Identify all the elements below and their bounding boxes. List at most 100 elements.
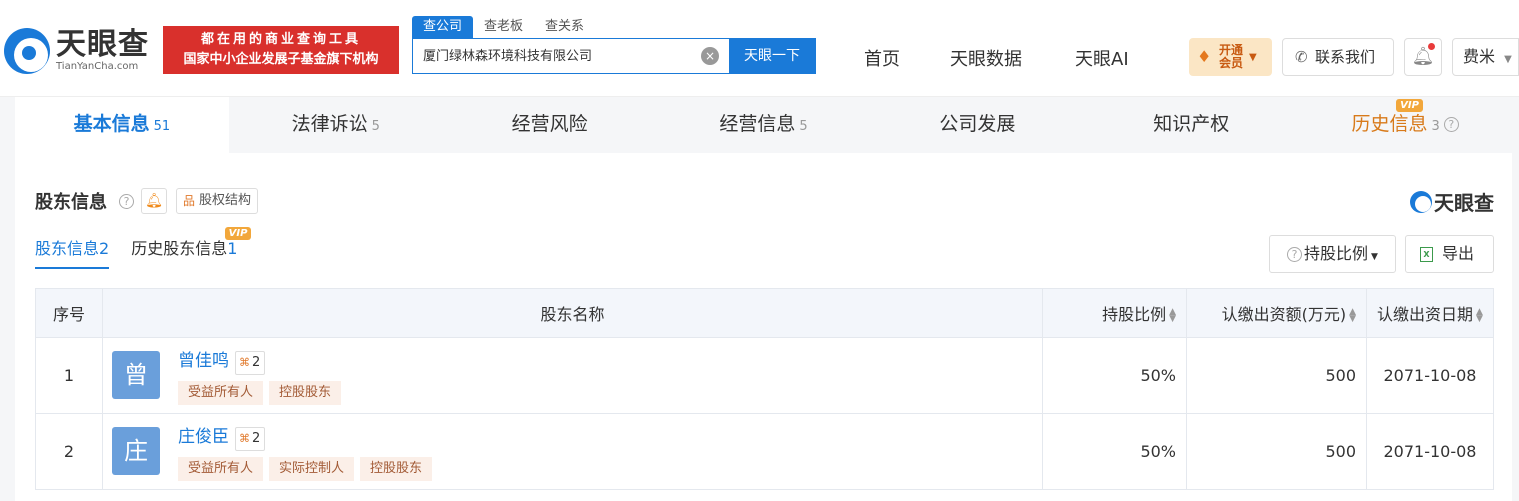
search-tab-boss[interactable]: 查老板 [473,16,534,38]
tag-beneficial-owner: 受益所有人 [178,381,264,405]
shareholder-name-link[interactable]: 庄俊臣 [178,427,229,447]
col-date[interactable]: 认缴出资日期 ▲ ▼ [1366,288,1494,338]
tab-count: 51 [153,119,171,134]
subtab-count: 2 [99,239,110,258]
tab-operation[interactable]: 经营信息 5 [657,97,871,153]
org-chart-icon: 品 [183,194,196,208]
user-name: 费米 [1463,47,1496,66]
nav-home[interactable]: 首页 [864,45,900,71]
col-index: 序号 [35,288,103,338]
subtab-label: 股东信息 [35,239,100,258]
table-header: 序号 股东名称 持股比例 ▲ ▼ 认缴出资额(万元) ▲ ▼ 认缴出资日期 ▲ ▼ [35,288,1494,338]
amount-value: 500 [1186,337,1367,414]
tab-development[interactable]: 公司发展 [870,97,1084,153]
vip-badge: VIP [224,227,252,240]
row-index: 2 [35,413,103,490]
bell-icon: 🔔︎ [145,193,163,209]
promo-line-1: 都在用的商业查询工具 [200,32,361,47]
caret-down-icon: ▼ [1371,252,1378,262]
equity-structure-button[interactable]: 品 股权结构 [176,188,259,214]
diamond-icon: ♦ [1197,47,1212,66]
search-area: 查公司 查老板 查关系 厦门绿林森环境科技有限公司 × 天眼一下 [412,16,816,74]
col-name: 股东名称 [102,288,1043,338]
logo-text: 天眼查 [56,27,149,62]
promo-banner[interactable]: 都在用的商业查询工具 国家中小企业发展子基金旗下机构 [163,26,399,74]
tab-label: 经营风险 [511,113,588,135]
top-bar: 天眼查 TianYanCha.com 都在用的商业查询工具 国家中小企业发展子基… [0,0,1519,97]
nav-ai[interactable]: 天眼AI [1075,45,1129,71]
user-menu[interactable]: 费米 ▼ [1452,38,1519,76]
main-tabs: 基本信息 51 法律诉讼 5 经营风险 经营信息 5 公司发展 知识产权 VIP 历史… [15,97,1512,153]
date-value: 2071-10-08 [1366,413,1494,490]
help-icon[interactable]: ? [119,194,134,209]
avatar: 曾 [112,351,160,399]
excel-icon: X [1420,247,1433,262]
ratio-value: 50% [1042,337,1187,414]
tab-history[interactable]: VIP 历史信息 3? [1298,97,1512,153]
export-button[interactable]: X 导出 [1405,235,1494,273]
shareholder-cell: 曾 曾佳鸣 ⌘ 2 受益所有人 控股股东 [102,337,1043,414]
vip-line-2: 会员 [1219,56,1244,70]
col-ratio[interactable]: 持股比例 ▲ ▼ [1042,288,1187,338]
col-amount[interactable]: 认缴出资额(万元) ▲ ▼ [1186,288,1367,338]
tab-legal[interactable]: 法律诉讼 5 [229,97,443,153]
caret-down-icon: ▼ [1249,51,1257,63]
vip-badge: VIP [1396,99,1423,112]
sort-icon: ▲ ▼ [1349,306,1356,324]
amount-value: 500 [1186,413,1367,490]
export-label: 导出 [1442,244,1475,263]
notification-dot [1428,43,1435,50]
tab-risk[interactable]: 经营风险 [443,97,657,153]
notification-button[interactable]: 🔔︎ [1404,38,1442,76]
monitor-bell-button[interactable]: 🔔︎ [141,188,167,214]
shareholder-name-link[interactable]: 曾佳鸣 [178,351,229,371]
subtab-count: 1 [227,239,238,258]
relation-count: 2 [252,431,261,446]
chevron-down-icon: ▼ [1504,54,1512,65]
promo-line-2: 国家中小企业发展子基金旗下机构 [183,52,379,67]
tag-beneficial-owner: 受益所有人 [178,457,264,481]
shareholder-cell: 庄 庄俊臣 ⌘ 2 受益所有人 实际控制人 控股股东 [102,413,1043,490]
col-ratio-label: 持股比例 [1102,305,1167,324]
relation-button[interactable]: ⌘ 2 [235,351,266,375]
tab-count: 5 [371,119,380,134]
col-amount-label: 认缴出资额(万元) [1221,305,1347,324]
shareholder-table: 序号 股东名称 持股比例 ▲ ▼ 认缴出资额(万元) ▲ ▼ 认缴出资日期 ▲ ▼ 1 曾 … [35,288,1494,490]
section-title: 股东信息 [35,192,107,213]
search-button[interactable]: 天眼一下 [729,39,815,73]
tab-label: 历史信息 [1351,113,1428,135]
logo-icon [4,28,50,74]
equity-label: 股权结构 [199,193,252,208]
tab-label: 基本信息 [73,113,150,135]
contact-label: 联系我们 [1315,48,1376,66]
tag-controlling-shareholder: 控股股东 [269,381,342,405]
logo[interactable]: 天眼查 TianYanCha.com [4,28,149,74]
tag-actual-controller: 实际控制人 [269,457,355,481]
nav-data[interactable]: 天眼数据 [950,45,1022,71]
tab-label: 知识产权 [1153,113,1230,135]
date-value: 2071-10-08 [1366,337,1494,414]
relation-button[interactable]: ⌘ 2 [235,427,266,451]
avatar: 庄 [112,427,160,475]
search-tab-company[interactable]: 查公司 [412,16,474,38]
search-input[interactable]: 厦门绿林森环境科技有限公司 [413,39,701,73]
subtab-shareholders[interactable]: 股东信息2 [35,235,110,269]
tab-label: 经营信息 [719,113,796,135]
ratio-value: 50% [1042,413,1187,490]
vip-membership-button[interactable]: ♦ 开通 会员 ▼ [1189,38,1272,76]
contact-button[interactable]: ✆ 联系我们 [1282,38,1394,76]
tab-ip[interactable]: 知识产权 [1084,97,1298,153]
search-tab-relation[interactable]: 查关系 [534,16,595,38]
subtab-history-shareholders[interactable]: VIP 历史股东信息1 [131,227,252,269]
clear-icon[interactable]: × [701,47,719,65]
help-icon[interactable]: ? [1443,117,1459,132]
sort-icon: ▲ ▼ [1169,306,1176,324]
relation-icon: ⌘ [239,356,250,369]
table-row: 2 庄 庄俊臣 ⌘ 2 受益所有人 实际控制人 控股股东 50% 500 2071-10… [35,413,1494,490]
phone-icon: ✆ [1295,48,1308,66]
tab-basic-info[interactable]: 基本信息 51 [15,97,229,153]
logo-icon [1410,190,1432,213]
ratio-label: 持股比例 [1304,244,1369,263]
tag-controlling-shareholder: 控股股东 [360,457,433,481]
ratio-filter-dropdown[interactable]: ? 持股比例 ▼ [1269,235,1396,273]
